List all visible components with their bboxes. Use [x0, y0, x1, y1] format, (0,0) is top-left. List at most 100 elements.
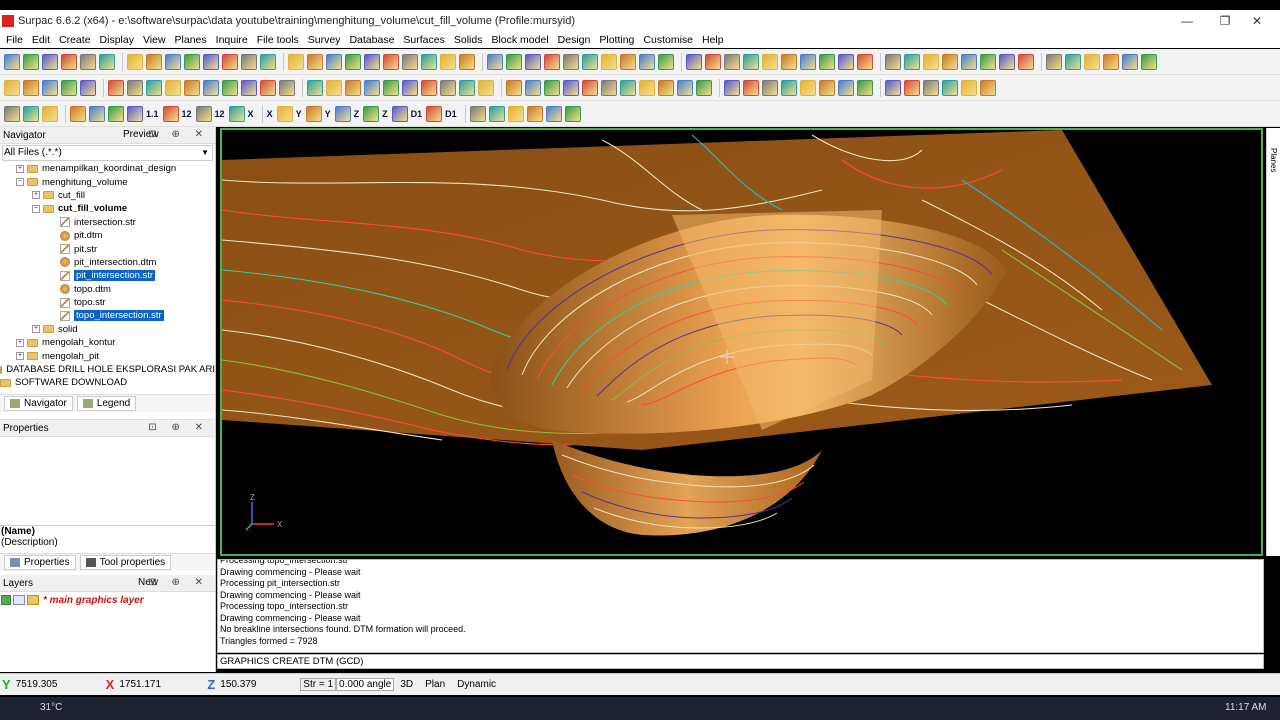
toolbar-label[interactable]: D1 [411, 109, 423, 119]
toolbar-tool-icon[interactable] [601, 79, 617, 96]
toolbar-tool-icon[interactable] [383, 79, 399, 96]
close-button[interactable]: ✕ [1240, 10, 1274, 32]
toolbar-tool-icon[interactable] [819, 53, 835, 70]
toolbar-tool-icon[interactable] [1065, 53, 1081, 70]
toolbar-tool-icon[interactable] [506, 53, 522, 70]
toolbar-tool-icon[interactable] [383, 53, 399, 70]
toolbar-tool-icon[interactable] [525, 79, 541, 96]
toolbar-tool-icon[interactable] [980, 79, 996, 96]
toolbar-tool-icon[interactable] [478, 79, 494, 96]
menu-item-edit[interactable]: Edit [32, 34, 50, 46]
toolbar-tool-icon[interactable] [391, 105, 408, 122]
toolbar-tool-icon[interactable] [545, 105, 562, 122]
toolbar-label[interactable]: 12 [215, 109, 225, 119]
toolbar-tool-icon[interactable] [440, 79, 456, 96]
menu-item-file-tools[interactable]: File tools [257, 34, 299, 46]
toolbar-tool-icon[interactable] [127, 105, 143, 122]
tab-properties[interactable]: Properties [4, 555, 76, 570]
toolbar-tool-icon[interactable] [364, 79, 380, 96]
layer-visible-checkbox[interactable] [1, 595, 11, 605]
toolbar-tool-icon[interactable] [127, 79, 143, 96]
toolbar-tool-icon[interactable] [42, 53, 58, 70]
toolbar-tool-icon[interactable] [288, 53, 304, 70]
toolbar-tool-icon[interactable] [857, 53, 873, 70]
toolbar-tool-icon[interactable] [99, 53, 115, 70]
toolbar-tool-icon[interactable] [326, 53, 342, 70]
command-line[interactable]: GRAPHICS CREATE DTM (GCD) [217, 654, 1264, 669]
tab-legend[interactable]: Legend [76, 396, 137, 411]
toolbar-tool-icon[interactable] [279, 79, 295, 96]
toolbar-tool-icon[interactable] [724, 79, 740, 96]
toolbar-tool-icon[interactable] [222, 53, 238, 70]
string-number[interactable]: Str = 1 [300, 678, 337, 691]
toolbar-tool-icon[interactable] [222, 79, 238, 96]
toolbar-tool-icon[interactable] [402, 53, 418, 70]
tree-item[interactable]: SOFTWARE DOWNLOAD [0, 376, 215, 389]
toolbar-tool-icon[interactable] [620, 79, 636, 96]
toolbar-tool-icon[interactable] [23, 79, 39, 96]
toolbar-tool-icon[interactable] [4, 53, 20, 70]
tree-item[interactable]: pit_intersection.str [0, 269, 215, 282]
graphics-viewport[interactable]: Z X [220, 128, 1263, 556]
toolbar-tool-icon[interactable] [564, 105, 581, 122]
expand-icon[interactable]: + [16, 338, 24, 347]
toolbar-tool-icon[interactable] [23, 53, 39, 70]
expand-icon[interactable]: + [16, 164, 24, 173]
menu-item-file[interactable]: File [6, 34, 23, 46]
dynamic-button[interactable]: Dynamic [457, 679, 496, 690]
tree-item[interactable]: pit.str [0, 242, 215, 255]
toolbar-tool-icon[interactable] [4, 105, 20, 122]
toolbar-tool-icon[interactable] [961, 53, 977, 70]
menu-item-surfaces[interactable]: Surfaces [403, 34, 444, 46]
tree-item[interactable]: + mengolah_kontur [0, 336, 215, 349]
toolbar-tool-icon[interactable] [999, 53, 1015, 70]
menu-item-display[interactable]: Display [100, 34, 134, 46]
toolbar-tool-icon[interactable] [80, 79, 96, 96]
toolbar-tool-icon[interactable] [108, 79, 124, 96]
toolbar-tool-icon[interactable] [686, 53, 702, 70]
toolbar-tool-icon[interactable] [639, 53, 655, 70]
toolbar-tool-icon[interactable] [507, 105, 524, 122]
view-plan-button[interactable]: Plan [425, 679, 445, 690]
menu-item-block-model[interactable]: Block model [491, 34, 548, 46]
toolbar-tool-icon[interactable] [345, 53, 361, 70]
expand-icon[interactable]: + [16, 352, 24, 361]
toolbar-tool-icon[interactable] [459, 53, 475, 70]
toolbar-tool-icon[interactable] [459, 79, 475, 96]
toolbar-tool-icon[interactable] [942, 53, 958, 70]
toolbar-tool-icon[interactable] [70, 105, 86, 122]
menu-item-view[interactable]: View [143, 34, 166, 46]
lock-icon[interactable] [27, 595, 39, 605]
tree-item[interactable]: topo.str [0, 296, 215, 309]
toolbar-tool-icon[interactable] [89, 105, 105, 122]
toolbar-tool-icon[interactable] [885, 53, 901, 70]
toolbar-tool-icon[interactable] [203, 53, 219, 70]
toolbar-tool-icon[interactable] [469, 105, 486, 122]
toolbar-label[interactable]: D1 [445, 109, 457, 119]
toolbar-tool-icon[interactable] [923, 79, 939, 96]
menu-item-create[interactable]: Create [59, 34, 91, 46]
toolbar-tool-icon[interactable] [658, 79, 674, 96]
toolbar-tool-icon[interactable] [184, 79, 200, 96]
toolbar-tool-icon[interactable] [184, 53, 200, 70]
toolbar-tool-icon[interactable] [961, 79, 977, 96]
toolbar-label[interactable]: Y [296, 109, 302, 119]
tree-item[interactable]: topo_intersection.str [0, 309, 215, 322]
menu-item-customise[interactable]: Customise [643, 34, 693, 46]
tab-navigator[interactable]: Navigator [4, 396, 73, 411]
toolbar-tool-icon[interactable] [364, 53, 380, 70]
toolbar-tool-icon[interactable] [904, 79, 920, 96]
toolbar-tool-icon[interactable] [307, 79, 323, 96]
toolbar-tool-icon[interactable] [162, 105, 179, 122]
toolbar-tool-icon[interactable] [276, 105, 293, 122]
toolbar-tool-icon[interactable] [241, 53, 257, 70]
collapse-icon[interactable]: − [16, 178, 24, 187]
toolbar-tool-icon[interactable] [526, 105, 543, 122]
toolbar-tool-icon[interactable] [800, 79, 816, 96]
toolbar-tool-icon[interactable] [4, 79, 20, 96]
layers-panel-controls[interactable]: ⊡ ⊕ ✕ [148, 577, 209, 588]
expand-icon[interactable]: + [32, 191, 40, 200]
toolbar-tool-icon[interactable] [305, 105, 322, 122]
menu-item-help[interactable]: Help [702, 34, 724, 46]
view-3d-button[interactable]: 3D [400, 679, 413, 690]
